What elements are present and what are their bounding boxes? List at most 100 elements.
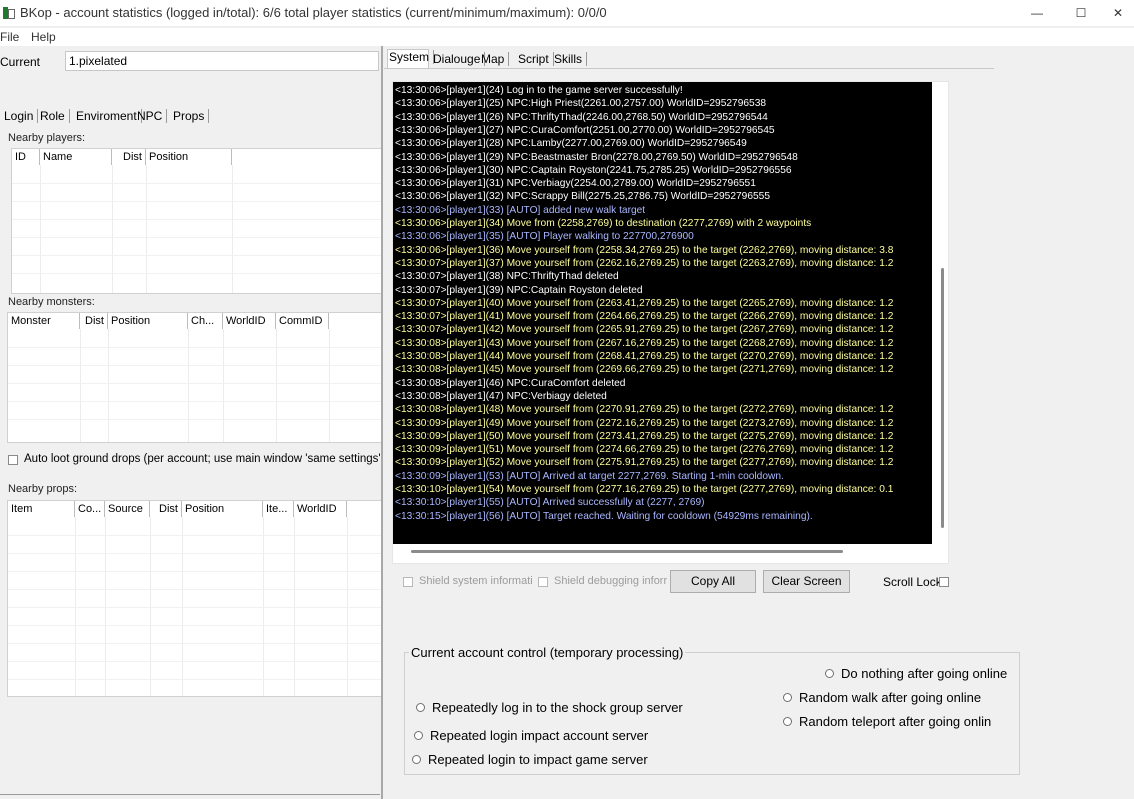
log-line: <13:30:07>[player1](40) Move yourself fr… bbox=[395, 297, 894, 309]
shield-system-label: Shield system informati bbox=[419, 575, 533, 587]
menu-help[interactable]: Help bbox=[31, 30, 56, 44]
copy-all-button[interactable]: Copy All bbox=[670, 570, 756, 593]
col-position[interactable]: Position bbox=[108, 313, 188, 329]
radio-impact-account-server-label: Repeated login impact account server bbox=[430, 728, 649, 743]
tab-system[interactable]: System bbox=[385, 50, 435, 64]
clear-screen-button[interactable]: Clear Screen bbox=[763, 570, 850, 593]
panel-splitter[interactable] bbox=[381, 46, 383, 799]
log-line: <13:30:07>[player1](39) NPC:Captain Roys… bbox=[395, 284, 643, 296]
log-line: <13:30:08>[player1](45) Move yourself fr… bbox=[395, 364, 894, 376]
col-item[interactable]: Item bbox=[8, 501, 75, 517]
log-line: <13:30:06>[player1](25) NPC:High Priest(… bbox=[395, 98, 767, 110]
app-icon bbox=[3, 7, 15, 19]
nearby-monsters-table[interactable]: Monster Dist Position Ch... WorldID Comm… bbox=[7, 312, 382, 443]
log-line: <13:30:06>[player1](31) NPC:Verbiagy(225… bbox=[395, 178, 756, 190]
scroll-lock-checkbox[interactable] bbox=[939, 577, 949, 587]
col-item-id[interactable]: Ite... bbox=[263, 501, 294, 517]
col-count[interactable]: Co... bbox=[75, 501, 105, 517]
radio-do-nothing-label: Do nothing after going online bbox=[841, 666, 1008, 681]
col-commid[interactable]: CommID bbox=[276, 313, 329, 329]
menu-file[interactable]: File bbox=[0, 30, 19, 44]
log-line: <13:30:09>[player1](50) Move yourself fr… bbox=[395, 430, 894, 442]
tabs-baseline bbox=[384, 68, 994, 69]
log-horizontal-scrollbar[interactable] bbox=[393, 546, 932, 558]
tab-props[interactable]: Props bbox=[169, 109, 210, 123]
col-source[interactable]: Source bbox=[105, 501, 150, 517]
log-vertical-scroll-thumb[interactable] bbox=[941, 268, 944, 528]
log-line: <13:30:06>[player1](36) Move yourself fr… bbox=[395, 244, 894, 256]
log-line: <13:30:06>[player1](35) [AUTO] Player wa… bbox=[395, 231, 694, 243]
col-id[interactable]: ID bbox=[12, 149, 40, 165]
log-line: <13:30:08>[player1](47) NPC:Verbiagy del… bbox=[395, 390, 607, 402]
log-console[interactable]: <13:30:06>[player1](24) Log in to the ga… bbox=[393, 82, 932, 544]
log-line: <13:30:06>[player1](28) NPC:Lamby(2277.0… bbox=[395, 138, 747, 150]
radio-shock-group-server-label: Repeatedly log in to the shock group ser… bbox=[432, 700, 683, 715]
tab-role[interactable]: Role bbox=[36, 109, 70, 123]
log-line: <13:30:06>[player1](29) NPC:Beastmaster … bbox=[395, 151, 798, 163]
auto-loot-label: Auto loot ground drops (per account; use… bbox=[24, 453, 380, 465]
current-account-value: 1.pixelated bbox=[69, 54, 128, 68]
col-worldid[interactable]: WorldID bbox=[223, 313, 276, 329]
minimize-button[interactable]: — bbox=[1014, 0, 1060, 26]
maximize-button[interactable]: ☐ bbox=[1058, 0, 1104, 26]
col-monster[interactable]: Monster bbox=[8, 313, 80, 329]
nearby-players-table[interactable]: ID Name Dist Position bbox=[11, 148, 382, 294]
col-worldid[interactable]: WorldID bbox=[294, 501, 347, 517]
tab-environment[interactable]: Enviroment bbox=[72, 109, 142, 123]
log-line: <13:30:09>[player1](53) [AUTO] Arrived a… bbox=[395, 470, 784, 482]
account-control-title: Current account control (temporary proce… bbox=[409, 645, 686, 660]
scroll-lock-label: Scroll Lock bbox=[883, 575, 942, 589]
log-line: <13:30:06>[player1](26) NPC:ThriftyThad(… bbox=[395, 111, 768, 123]
nearby-props-label: Nearby props: bbox=[8, 483, 78, 495]
col-position[interactable]: Position bbox=[146, 149, 232, 165]
auto-loot-checkbox[interactable] bbox=[8, 455, 18, 465]
shield-debug-checkbox[interactable] bbox=[538, 577, 548, 587]
menu-bar: File Help bbox=[0, 28, 1134, 46]
log-line: <13:30:06>[player1](34) Move from (2258,… bbox=[395, 218, 812, 229]
log-line: <13:30:09>[player1](49) Move yourself fr… bbox=[395, 417, 894, 429]
log-line: <13:30:09>[player1](51) Move yourself fr… bbox=[395, 444, 894, 456]
log-line: <13:30:09>[player1](52) Move yourself fr… bbox=[395, 457, 894, 469]
nearby-players-label: Nearby players: bbox=[8, 132, 86, 144]
tab-script[interactable]: Script bbox=[514, 52, 554, 66]
radio-impact-account-server[interactable] bbox=[414, 731, 423, 740]
log-vertical-scrollbar[interactable] bbox=[939, 82, 947, 544]
log-line: <13:30:07>[player1](42) Move yourself fr… bbox=[395, 324, 894, 336]
log-line: <13:30:08>[player1](48) Move yourself fr… bbox=[395, 404, 894, 416]
log-line: <13:30:10>[player1](54) Move yourself fr… bbox=[395, 484, 894, 495]
radio-impact-game-server-label: Repeated login to impact game server bbox=[428, 752, 648, 767]
col-dist[interactable]: Dist bbox=[80, 313, 108, 329]
tab-map[interactable]: Map bbox=[477, 52, 510, 66]
col-dist[interactable]: Dist bbox=[112, 149, 146, 165]
col-position[interactable]: Position bbox=[182, 501, 263, 517]
left-bottom-divider bbox=[0, 794, 380, 795]
radio-shock-group-server[interactable] bbox=[416, 703, 425, 712]
nearby-props-table[interactable]: Item Co... Source Dist Position Ite... W… bbox=[7, 500, 382, 697]
log-line: <13:30:08>[player1](46) NPC:CuraComfort … bbox=[395, 377, 626, 389]
current-account-field[interactable]: 1.pixelated bbox=[65, 51, 379, 71]
log-line: <13:30:06>[player1](24) Log in to the ga… bbox=[395, 85, 683, 96]
shield-debug-label: Shield debugging inforr bbox=[554, 575, 668, 587]
log-line: <13:30:07>[player1](37) Move yourself fr… bbox=[395, 257, 894, 269]
left-tabs: Login Role Enviroment NPC Props bbox=[0, 109, 382, 125]
log-line: <13:30:15>[player1](56) [AUTO] Target re… bbox=[395, 510, 813, 522]
log-line: <13:30:06>[player1](32) NPC:Scrappy Bill… bbox=[395, 191, 771, 203]
col-name[interactable]: Name bbox=[40, 149, 112, 165]
close-button[interactable]: ✕ bbox=[1102, 0, 1134, 26]
radio-random-teleport[interactable] bbox=[783, 717, 792, 726]
shield-system-checkbox[interactable] bbox=[403, 577, 413, 587]
radio-random-teleport-label: Random teleport after going onlin bbox=[799, 714, 992, 729]
radio-do-nothing[interactable] bbox=[825, 669, 834, 678]
left-panel: Current 1.pixelated Login Role Enviromen… bbox=[0, 46, 382, 799]
radio-random-walk[interactable] bbox=[783, 693, 792, 702]
tab-login[interactable]: Login bbox=[0, 109, 39, 123]
radio-impact-game-server[interactable] bbox=[412, 755, 421, 764]
tab-skills[interactable]: Skills bbox=[550, 52, 588, 66]
tab-npc[interactable]: NPC bbox=[133, 109, 168, 123]
log-line: <13:30:07>[player1](38) NPC:ThriftyThad … bbox=[395, 271, 619, 283]
log-line: <13:30:10>[player1](55) [AUTO] Arrived s… bbox=[395, 497, 705, 509]
log-line: <13:30:06>[player1](30) NPC:Captain Roys… bbox=[395, 164, 792, 176]
col-channel[interactable]: Ch... bbox=[188, 313, 223, 329]
log-horizontal-scroll-thumb[interactable] bbox=[411, 550, 843, 553]
col-dist[interactable]: Dist bbox=[150, 501, 182, 517]
